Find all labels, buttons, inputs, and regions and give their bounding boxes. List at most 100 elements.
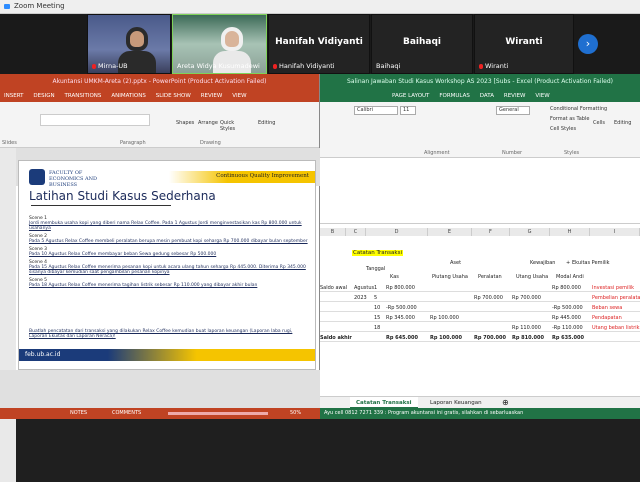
cell-piut[interactable] (430, 284, 470, 292)
slide-canvas[interactable]: FACULTY OF ECONOMICS AND BUSINESS Contin… (18, 160, 316, 370)
cell-utang[interactable] (512, 284, 552, 292)
cell-kas[interactable]: Rp 645.000 (386, 334, 426, 342)
cell-per[interactable] (474, 304, 512, 312)
cell-kas[interactable]: -Rp 500.000 (386, 304, 426, 312)
cell-tgl[interactable]: 2023 (354, 294, 374, 302)
participant-tile-4[interactable]: Baihaqi Baihaqi (371, 14, 473, 74)
column-header[interactable]: C (346, 228, 366, 236)
cell-label[interactable] (320, 304, 352, 312)
arrange-button[interactable]: Arrange (198, 120, 218, 126)
ppt-tab[interactable]: DESIGN (29, 90, 58, 102)
cell-modal[interactable] (552, 294, 592, 302)
cell-kas[interactable]: Rp 800.000 (386, 284, 426, 292)
table-row[interactable]: Saldo awal Agustus 1 Rp 800.000 Rp 800.000 In… (320, 284, 640, 292)
font-name-select[interactable]: Calibri (354, 106, 398, 115)
cell-note[interactable] (592, 334, 640, 342)
font-size-select[interactable]: 11 (400, 106, 416, 115)
cell-tglb[interactable]: 1 (374, 284, 384, 292)
ppt-tab[interactable]: INSERT (0, 90, 27, 102)
cell-tgl[interactable] (354, 304, 374, 312)
cell-modal[interactable]: Rp 800.000 (552, 284, 592, 292)
cell-modal[interactable]: -Rp 110.000 (552, 324, 592, 332)
cell-tglb[interactable] (374, 334, 384, 342)
ppt-tab[interactable]: TRANSITIONS (61, 90, 106, 102)
table-row[interactable]: Saldo akhir Rp 645.000 Rp 100.000 Rp 700.00… (320, 334, 640, 342)
next-page-button[interactable]: › (578, 34, 598, 54)
cell-kas[interactable]: Rp 345.000 (386, 314, 426, 322)
xls-tab[interactable]: DATA (476, 90, 498, 102)
quick-styles-button[interactable]: Quick Styles (220, 120, 240, 132)
participant-tile-5[interactable]: Wiranti Wiranti (474, 14, 574, 74)
cells-button[interactable]: Cells (593, 120, 605, 126)
cell-label[interactable] (320, 314, 352, 322)
cell-kas[interactable] (386, 324, 426, 332)
cell-utang[interactable]: Rp 110.000 (512, 324, 552, 332)
participant-tile-1[interactable]: Mirna-UB (87, 14, 171, 74)
column-header[interactable]: F (472, 228, 510, 236)
number-format-select[interactable]: General (496, 106, 530, 115)
cell-piut[interactable]: Rp 100.000 (430, 334, 470, 342)
cell-piut[interactable] (430, 324, 470, 332)
cell-piut[interactable] (430, 304, 470, 312)
table-row[interactable]: 2023 5 Rp 700.000 Rp 700.000 Pembelian peral… (320, 294, 640, 302)
font-controls[interactable] (40, 114, 150, 126)
column-header[interactable]: G (510, 228, 550, 236)
cell-per[interactable]: Rp 700.000 (474, 334, 512, 342)
format-as-table-button[interactable]: Format as Table (550, 116, 589, 122)
ppt-tab[interactable]: SLIDE SHOW (152, 90, 195, 102)
cell-tglb[interactable]: 15 (374, 314, 384, 322)
cell-per[interactable] (474, 284, 512, 292)
cell-note[interactable]: Beban sewa (592, 304, 640, 312)
cell-per[interactable]: Rp 700.000 (474, 294, 512, 302)
column-header[interactable]: B (320, 228, 346, 236)
cell-tglb[interactable]: 18 (374, 324, 384, 332)
column-header[interactable]: D (366, 228, 428, 236)
ppt-tab[interactable]: VIEW (228, 90, 250, 102)
cell-tgl[interactable] (354, 324, 374, 332)
cell-per[interactable] (474, 314, 512, 322)
cell-tgl[interactable]: Agustus (354, 284, 374, 292)
cell-per[interactable] (474, 324, 512, 332)
conditional-formatting-button[interactable]: Conditional Formatting (550, 106, 607, 112)
cell-piut[interactable] (430, 294, 470, 302)
worksheet-grid[interactable]: Catatan Transaksi Aset Kewajiban + Ekuit… (320, 236, 640, 396)
notes-button[interactable]: NOTES (70, 410, 87, 416)
cell-tgl[interactable] (354, 334, 374, 342)
cell-utang[interactable] (512, 304, 552, 312)
zoom-level[interactable]: 50% (290, 410, 301, 416)
cell-note[interactable]: Pendapatan (592, 314, 640, 322)
cell-label[interactable] (320, 294, 352, 302)
ppt-tab[interactable]: REVIEW (197, 90, 227, 102)
cell-label[interactable] (320, 324, 352, 332)
cell-tgl[interactable] (354, 314, 374, 322)
table-row[interactable]: 18 Rp 110.000 -Rp 110.000 Utang beban listr… (320, 324, 640, 332)
cell-piut[interactable]: Rp 100.000 (430, 314, 470, 322)
participant-tile-3[interactable]: Hanifah Vidiyanti Hanifah Vidiyanti (268, 14, 370, 74)
cell-kas[interactable] (386, 294, 426, 302)
table-row[interactable]: 10 -Rp 500.000 -Rp 500.000 Beban sewa (320, 304, 640, 312)
slide-thumbnail-pane[interactable] (0, 148, 16, 482)
cell-utang[interactable]: Rp 700.000 (512, 294, 552, 302)
comments-button[interactable]: COMMENTS (112, 410, 141, 416)
zoom-slider[interactable] (168, 412, 268, 415)
cell-tglb[interactable]: 5 (374, 294, 384, 302)
cell-utang[interactable] (512, 314, 552, 322)
column-header[interactable]: I (590, 228, 640, 236)
cell-note[interactable]: Utang beban listrik (592, 324, 640, 332)
column-header[interactable]: E (428, 228, 472, 236)
column-header[interactable]: H (550, 228, 590, 236)
formula-bar[interactable] (320, 214, 640, 224)
cell-modal[interactable]: Rp 445.000 (552, 314, 592, 322)
xls-tab[interactable]: PAGE LAYOUT (388, 90, 433, 102)
cell-note[interactable]: Pembelian peralatan (592, 294, 640, 302)
xls-tab[interactable]: FORMULAS (435, 90, 474, 102)
cell-tglb[interactable]: 10 (374, 304, 384, 312)
xls-tab[interactable]: VIEW (531, 90, 553, 102)
cell-label[interactable]: Saldo awal (320, 284, 352, 292)
xls-tab[interactable]: REVIEW (500, 90, 530, 102)
cell-note[interactable]: Investasi pemilik (592, 284, 640, 292)
table-row[interactable]: 15 Rp 345.000 Rp 100.000 Rp 445.000 Pendapat… (320, 314, 640, 322)
cell-utang[interactable]: Rp 810.000 (512, 334, 552, 342)
shapes-button[interactable]: Shapes (176, 120, 194, 126)
cell-modal[interactable]: -Rp 500.000 (552, 304, 592, 312)
